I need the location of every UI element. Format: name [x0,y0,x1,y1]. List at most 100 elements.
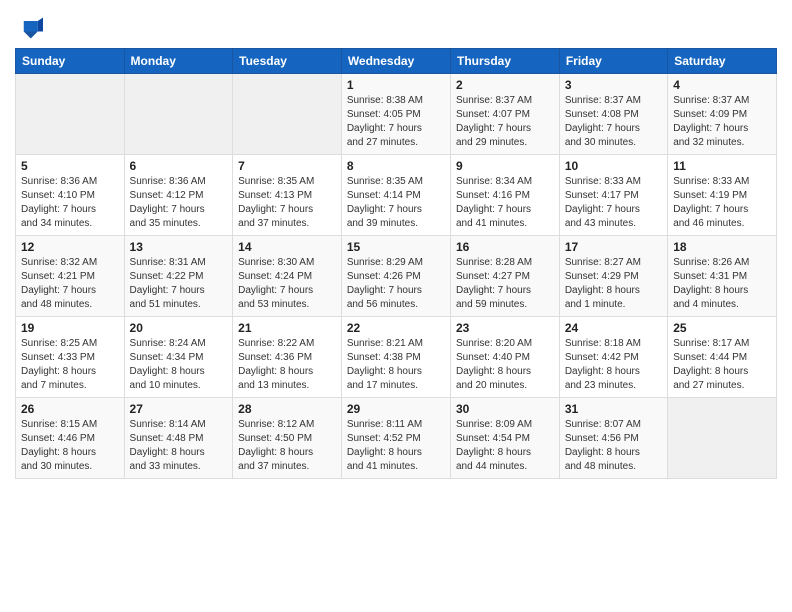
day-number: 23 [456,321,554,335]
day-info: Sunrise: 8:11 AM Sunset: 4:52 PM Dayligh… [347,418,445,474]
day-info: Sunrise: 8:25 AM Sunset: 4:33 PM Dayligh… [21,337,119,393]
calendar-cell: 11 Sunrise: 8:33 AM Sunset: 4:19 PM Dayli… [668,155,777,236]
calendar-cell [233,74,342,155]
day-number: 14 [238,240,336,254]
week-row-2: 12 Sunrise: 8:32 AM Sunset: 4:21 PM Dayli… [16,236,777,317]
calendar-cell: 27Sunrise: 8:14 AM Sunset: 4:48 PM Dayli… [124,398,233,479]
calendar-cell [16,74,125,155]
page: SundayMondayTuesdayWednesdayThursdayFrid… [0,0,792,612]
day-info: Sunrise: 8:33 AM Sunset: 4:17 PM Dayligh… [565,175,662,231]
logo-icon [15,14,43,42]
day-info: Sunrise: 8:34 AM Sunset: 4:16 PM Dayligh… [456,175,554,231]
calendar-cell [668,398,777,479]
day-info: Sunrise: 8:32 AM Sunset: 4:21 PM Dayligh… [21,256,119,312]
day-info: Sunrise: 8:37 AM Sunset: 4:09 PM Dayligh… [673,94,771,150]
day-info: Sunrise: 8:09 AM Sunset: 4:54 PM Dayligh… [456,418,554,474]
day-info: Sunrise: 8:18 AM Sunset: 4:42 PM Dayligh… [565,337,662,393]
calendar-cell: 18Sunrise: 8:26 AM Sunset: 4:31 PM Dayli… [668,236,777,317]
day-number: 25 [673,321,771,335]
logo [15,14,47,42]
calendar-cell: 25Sunrise: 8:17 AM Sunset: 4:44 PM Dayli… [668,317,777,398]
day-info: Sunrise: 8:27 AM Sunset: 4:29 PM Dayligh… [565,256,662,312]
weekday-header-wednesday: Wednesday [341,49,450,74]
calendar-cell: 3 Sunrise: 8:37 AM Sunset: 4:08 PM Daylig… [559,74,667,155]
day-number: 15 [347,240,445,254]
day-info: Sunrise: 8:22 AM Sunset: 4:36 PM Dayligh… [238,337,336,393]
day-info: Sunrise: 8:36 AM Sunset: 4:10 PM Dayligh… [21,175,119,231]
day-info: Sunrise: 8:35 AM Sunset: 4:13 PM Dayligh… [238,175,336,231]
day-number: 29 [347,402,445,416]
week-row-0: 1Sunrise: 8:38 AM Sunset: 4:05 PM Daylig… [16,74,777,155]
day-number: 12 [21,240,119,254]
day-info: Sunrise: 8:37 AM Sunset: 4:08 PM Dayligh… [565,94,662,150]
day-number: 13 [130,240,228,254]
day-number: 28 [238,402,336,416]
day-info: Sunrise: 8:20 AM Sunset: 4:40 PM Dayligh… [456,337,554,393]
day-number: 5 [21,159,119,173]
day-number: 26 [21,402,119,416]
week-row-4: 26 Sunrise: 8:15 AM Sunset: 4:46 PM Dayli… [16,398,777,479]
weekday-header-monday: Monday [124,49,233,74]
day-number: 22 [347,321,445,335]
day-number: 9 [456,159,554,173]
day-number: 16 [456,240,554,254]
day-number: 6 [130,159,228,173]
calendar-cell: 15 Sunrise: 8:29 AM Sunset: 4:26 PM Dayli… [341,236,450,317]
day-info: Sunrise: 8:37 AM Sunset: 4:07 PM Dayligh… [456,94,554,150]
day-number: 10 [565,159,662,173]
day-number: 4 [673,78,771,92]
day-info: Sunrise: 8:21 AM Sunset: 4:38 PM Dayligh… [347,337,445,393]
day-info: Sunrise: 8:36 AM Sunset: 4:12 PM Dayligh… [130,175,228,231]
day-number: 17 [565,240,662,254]
calendar-cell: 29 Sunrise: 8:11 AM Sunset: 4:52 PM Dayli… [341,398,450,479]
day-info: Sunrise: 8:12 AM Sunset: 4:50 PM Dayligh… [238,418,336,474]
day-info: Sunrise: 8:33 AM Sunset: 4:19 PM Dayligh… [673,175,771,231]
day-number: 19 [21,321,119,335]
day-number: 3 [565,78,662,92]
calendar-cell: 8 Sunrise: 8:35 AM Sunset: 4:14 PM Daylig… [341,155,450,236]
calendar-cell [124,74,233,155]
calendar: SundayMondayTuesdayWednesdayThursdayFrid… [15,48,777,479]
day-info: Sunrise: 8:15 AM Sunset: 4:46 PM Dayligh… [21,418,119,474]
calendar-cell: 14Sunrise: 8:30 AM Sunset: 4:24 PM Dayli… [233,236,342,317]
weekday-header-sunday: Sunday [16,49,125,74]
day-info: Sunrise: 8:07 AM Sunset: 4:56 PM Dayligh… [565,418,662,474]
calendar-cell: 20 Sunrise: 8:24 AM Sunset: 4:34 PM Dayli… [124,317,233,398]
day-info: Sunrise: 8:29 AM Sunset: 4:26 PM Dayligh… [347,256,445,312]
calendar-cell: 19 Sunrise: 8:25 AM Sunset: 4:33 PM Dayli… [16,317,125,398]
calendar-cell: 9 Sunrise: 8:34 AM Sunset: 4:16 PM Daylig… [450,155,559,236]
calendar-cell: 13 Sunrise: 8:31 AM Sunset: 4:22 PM Dayli… [124,236,233,317]
weekday-header-friday: Friday [559,49,667,74]
day-info: Sunrise: 8:24 AM Sunset: 4:34 PM Dayligh… [130,337,228,393]
calendar-cell: 10 Sunrise: 8:33 AM Sunset: 4:17 PM Dayli… [559,155,667,236]
weekday-header-tuesday: Tuesday [233,49,342,74]
calendar-cell: 30 Sunrise: 8:09 AM Sunset: 4:54 PM Dayli… [450,398,559,479]
week-row-3: 19 Sunrise: 8:25 AM Sunset: 4:33 PM Dayli… [16,317,777,398]
calendar-cell: 1Sunrise: 8:38 AM Sunset: 4:05 PM Daylig… [341,74,450,155]
day-number: 21 [238,321,336,335]
day-info: Sunrise: 8:38 AM Sunset: 4:05 PM Dayligh… [347,94,445,150]
day-info: Sunrise: 8:31 AM Sunset: 4:22 PM Dayligh… [130,256,228,312]
day-number: 18 [673,240,771,254]
calendar-cell: 21 Sunrise: 8:22 AM Sunset: 4:36 PM Dayli… [233,317,342,398]
calendar-cell: 24 Sunrise: 8:18 AM Sunset: 4:42 PM Dayli… [559,317,667,398]
calendar-cell: 28 Sunrise: 8:12 AM Sunset: 4:50 PM Dayli… [233,398,342,479]
calendar-cell: 31 Sunrise: 8:07 AM Sunset: 4:56 PM Dayli… [559,398,667,479]
day-number: 11 [673,159,771,173]
day-number: 7 [238,159,336,173]
day-number: 20 [130,321,228,335]
calendar-cell: 2Sunrise: 8:37 AM Sunset: 4:07 PM Daylig… [450,74,559,155]
day-number: 31 [565,402,662,416]
day-number: 30 [456,402,554,416]
calendar-cell: 4 Sunrise: 8:37 AM Sunset: 4:09 PM Daylig… [668,74,777,155]
calendar-cell: 16Sunrise: 8:28 AM Sunset: 4:27 PM Dayli… [450,236,559,317]
calendar-cell: 22 Sunrise: 8:21 AM Sunset: 4:38 PM Dayli… [341,317,450,398]
calendar-cell: 12 Sunrise: 8:32 AM Sunset: 4:21 PM Dayli… [16,236,125,317]
weekday-header-row: SundayMondayTuesdayWednesdayThursdayFrid… [16,49,777,74]
day-number: 24 [565,321,662,335]
calendar-cell: 7 Sunrise: 8:35 AM Sunset: 4:13 PM Daylig… [233,155,342,236]
calendar-cell: 5 Sunrise: 8:36 AM Sunset: 4:10 PM Daylig… [16,155,125,236]
day-info: Sunrise: 8:35 AM Sunset: 4:14 PM Dayligh… [347,175,445,231]
day-number: 8 [347,159,445,173]
day-info: Sunrise: 8:14 AM Sunset: 4:48 PM Dayligh… [130,418,228,474]
